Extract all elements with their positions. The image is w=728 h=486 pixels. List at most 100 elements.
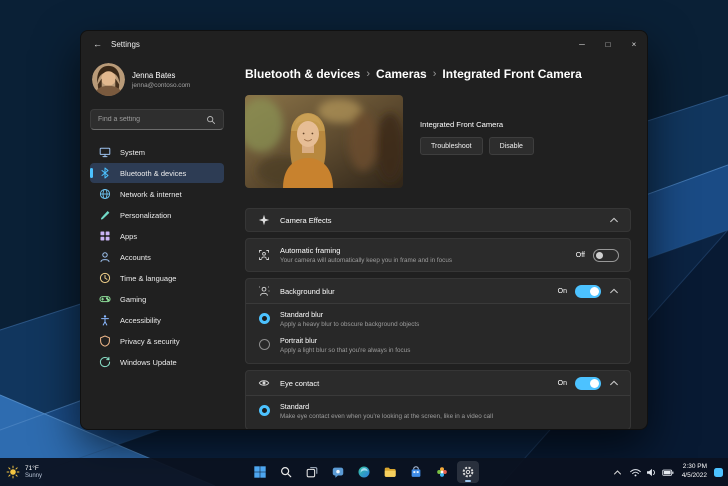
automatic-framing-desc: Your camera will automatically keep you … (280, 257, 452, 264)
taskbar: 71°F Sunny (0, 458, 728, 486)
option-standard-blur[interactable]: Standard blur Apply a heavy blur to obsc… (259, 310, 619, 328)
sidebar-item-accessibility[interactable]: Accessibility (90, 310, 224, 330)
eye-contact-toggle[interactable] (575, 377, 601, 390)
sidebar-item-accounts[interactable]: Accounts (90, 247, 224, 267)
chat-button[interactable] (327, 461, 349, 483)
radio-selected-icon[interactable] (259, 313, 270, 324)
back-button[interactable]: ← (93, 39, 102, 49)
sidebar-item-label: Time & language (120, 274, 176, 283)
user-email: jenna@contoso.com (132, 82, 190, 89)
radio-unselected-icon[interactable] (259, 339, 270, 350)
titlebar: ← Settings ─ □ × (81, 31, 647, 57)
sidebar-item-label: Accessibility (120, 316, 161, 325)
eye-contact-row[interactable]: Eye contact On (246, 371, 630, 395)
sidebar-item-label: Network & internet (120, 190, 182, 199)
window-title: Settings (111, 40, 140, 49)
sidebar-item-label: Privacy & security (120, 337, 180, 346)
sidebar-item-windows-update[interactable]: Windows Update (90, 352, 224, 372)
background-blur-icon (257, 285, 270, 297)
network-volume-battery[interactable] (629, 466, 675, 479)
chevron-up-icon[interactable] (609, 287, 619, 295)
settings-gear-icon (461, 465, 475, 479)
time-language-icon (99, 272, 111, 284)
sidebar-item-apps[interactable]: Apps (90, 226, 224, 246)
chevron-up-icon[interactable] (609, 379, 619, 387)
automatic-framing-state: Off (576, 252, 585, 259)
chevron-up-icon[interactable] (609, 216, 619, 224)
task-view-button[interactable] (301, 461, 323, 483)
battery-icon (661, 466, 675, 479)
camera-name: Integrated Front Camera (420, 120, 534, 129)
camera-effects-icon (257, 214, 270, 226)
sidebar-item-bluetooth-devices[interactable]: Bluetooth & devices (90, 163, 224, 183)
disable-button[interactable]: Disable (489, 137, 534, 155)
option-title: Portrait blur (280, 336, 410, 345)
sidebar-item-time-language[interactable]: Time & language (90, 268, 224, 288)
camera-effects-label: Camera Effects (280, 216, 332, 225)
background-blur-row[interactable]: Background blur On (246, 279, 630, 303)
volume-icon (645, 466, 658, 479)
start-button[interactable] (249, 461, 271, 483)
system-icon (99, 146, 111, 158)
hidden-icons-chevron[interactable] (613, 469, 622, 476)
search-input[interactable] (98, 116, 206, 123)
settings-button[interactable] (457, 461, 479, 483)
user-name: Jenna Bates (132, 71, 190, 80)
option-eye-contact-standard[interactable]: Standard Make eye contact even when you'… (259, 402, 619, 420)
eye-contact-title: Eye contact (280, 379, 319, 388)
background-blur-title: Background blur (280, 287, 335, 296)
chat-icon (331, 465, 345, 479)
minimize-button[interactable]: ─ (569, 31, 595, 57)
breadcrumb-bluetooth-devices[interactable]: Bluetooth & devices (245, 67, 360, 81)
clock-date: 4/5/2022 (682, 472, 707, 481)
user-profile[interactable]: Jenna Bates jenna@contoso.com (90, 61, 224, 102)
sidebar-item-personalization[interactable]: Personalization (90, 205, 224, 225)
radio-selected-icon[interactable] (259, 405, 270, 416)
windows-start-icon (253, 465, 267, 479)
avatar (92, 63, 125, 96)
sidebar-item-label: System (120, 148, 145, 157)
troubleshoot-button[interactable]: Troubleshoot (420, 137, 483, 155)
background-blur-toggle[interactable] (575, 285, 601, 298)
automatic-framing-toggle[interactable] (593, 249, 619, 262)
sidebar-item-label: Windows Update (120, 358, 177, 367)
store-button[interactable] (405, 461, 427, 483)
taskbar-search-button[interactable] (275, 461, 297, 483)
breadcrumb-separator: › (433, 68, 437, 80)
wifi-icon (629, 466, 642, 479)
sidebar-item-gaming[interactable]: Gaming (90, 289, 224, 309)
sidebar-item-label: Accounts (120, 253, 151, 262)
sidebar-item-system[interactable]: System (90, 142, 224, 162)
edge-button[interactable] (353, 461, 375, 483)
sidebar-item-privacy-security[interactable]: Privacy & security (90, 331, 224, 351)
camera-effects-header[interactable]: Camera Effects (245, 208, 631, 232)
sidebar-item-network-internet[interactable]: Network & internet (90, 184, 224, 204)
system-tray: 2:30 PM 4/5/2022 (613, 463, 723, 481)
photos-icon (435, 465, 449, 479)
eye-contact-state: On (558, 380, 567, 387)
option-portrait-blur[interactable]: Portrait blur Apply a light blur so that… (259, 336, 619, 354)
sidebar-item-label: Apps (120, 232, 137, 241)
accessibility-icon (99, 314, 111, 326)
breadcrumb: Bluetooth & devices › Cameras › Integrat… (245, 67, 631, 81)
photos-button[interactable] (431, 461, 453, 483)
background-blur-state: On (558, 288, 567, 295)
notification-badge[interactable] (714, 468, 723, 477)
eye-contact-group: Eye contact On Standard Make eye (245, 370, 631, 430)
personalization-icon (99, 209, 111, 221)
automatic-framing-row[interactable]: Automatic framing Your camera will autom… (245, 238, 631, 272)
option-desc: Apply a light blur so that you're always… (280, 347, 410, 354)
sun-icon (6, 465, 20, 479)
weather-condition: Sunny (25, 473, 42, 479)
file-explorer-button[interactable] (379, 461, 401, 483)
windows-update-icon (99, 356, 111, 368)
close-button[interactable]: × (621, 31, 647, 57)
breadcrumb-cameras[interactable]: Cameras (376, 67, 427, 81)
taskbar-clock[interactable]: 2:30 PM 4/5/2022 (682, 463, 707, 481)
breadcrumb-separator: › (366, 68, 370, 80)
weather-widget[interactable]: 71°F Sunny (6, 465, 42, 479)
maximize-button[interactable]: □ (595, 31, 621, 57)
settings-search[interactable] (90, 109, 224, 130)
page-title: Integrated Front Camera (442, 67, 581, 81)
accounts-icon (99, 251, 111, 263)
